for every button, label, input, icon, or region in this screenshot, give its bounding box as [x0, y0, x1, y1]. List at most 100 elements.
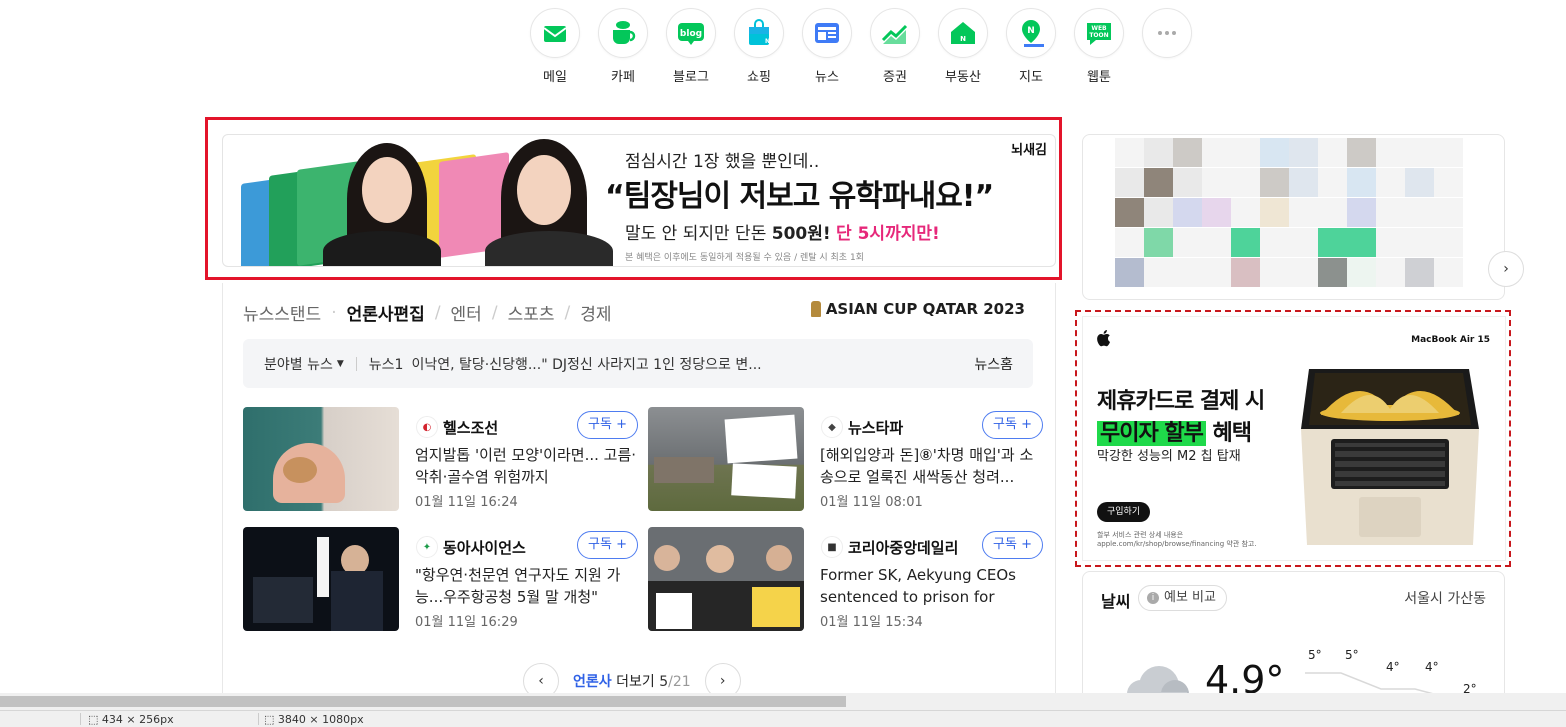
news-card[interactable]: ✦ 동아사이언스 구독 + "항우연·천문연 연구자도 지원 가능...우주항공… [243, 527, 638, 631]
mosaic-tile [1202, 168, 1231, 197]
model-1-body [323, 231, 441, 266]
service-cafe[interactable]: 카페 [598, 8, 648, 85]
mosaic-tile [1434, 228, 1463, 257]
banner-line-3-text: 말도 안 되지만 단돈 [625, 224, 772, 244]
subscribe-button[interactable]: 구독 + [577, 411, 638, 439]
chevron-right-icon: › [719, 673, 726, 689]
selection-size-value: 434 × 256px [101, 713, 174, 726]
service-news[interactable]: 뉴스 [802, 8, 852, 85]
mosaic-tile [1289, 168, 1318, 197]
webtoon-icon[interactable]: WEB TOON [1074, 8, 1124, 58]
mail-icon[interactable]: N [530, 8, 580, 58]
news-thumbnail[interactable] [648, 407, 804, 511]
mosaic-tile [1318, 168, 1347, 197]
mosaic-tile [1231, 138, 1260, 167]
forecast-compare-button[interactable]: i 예보 비교 [1138, 585, 1227, 611]
horizontal-scrollbar[interactable] [0, 693, 1566, 710]
svg-text:TOON: TOON [1089, 32, 1108, 39]
press-name[interactable]: 코리아중앙데일리 [848, 537, 958, 558]
mosaic-tile [1173, 198, 1202, 227]
caption-card [724, 414, 798, 464]
news-icon[interactable] [802, 8, 852, 58]
news-thumbnail[interactable] [648, 527, 804, 631]
selection-size: ⬚ 434 × 256px [88, 713, 174, 726]
next-panel-button[interactable]: › [1488, 251, 1524, 287]
svg-text:WEB: WEB [1091, 25, 1107, 32]
tab-2[interactable]: 엔터 [451, 300, 482, 325]
house-icon[interactable]: N [938, 8, 988, 58]
caret-down-icon[interactable]: ▼ [337, 359, 344, 369]
news-home-link[interactable]: 뉴스홈 [974, 354, 1013, 374]
more-press-link[interactable]: 언론사 더보기 5/21 [573, 671, 691, 691]
service-stock[interactable]: 증권 [870, 8, 920, 85]
more-dots-icon[interactable] [1142, 8, 1192, 58]
banner-ad[interactable]: 점심시간 1장 했을 뿐인데.. “팀장님이 저보고 유학파내요!” 말도 안 … [222, 134, 1056, 267]
mosaic-tile [1434, 258, 1463, 287]
subscribe-button[interactable]: 구독 + [577, 531, 638, 559]
service-more[interactable] [1142, 8, 1192, 85]
ticker-source[interactable]: 뉴스1 [369, 354, 404, 374]
service-blog[interactable]: blog 블로그 [666, 8, 716, 85]
model-2-face [517, 155, 571, 225]
svg-text:N: N [552, 19, 559, 28]
service-label: 부동산 [945, 70, 981, 85]
mosaic-tile [1347, 258, 1376, 287]
mosaic-tile [1318, 198, 1347, 227]
newsstand-tabs: 뉴스스탠드 · 언론사편집 / 엔터 / 스포츠 / 경제 [243, 300, 612, 326]
service-mail[interactable]: N 메일 [530, 8, 580, 85]
tab-0[interactable]: 뉴스스탠드 [243, 300, 321, 325]
banner-deadline: 단 5시까지만! [836, 224, 940, 244]
news-card[interactable]: ■ 코리아중앙데일리 구독 + Former SK, Aekyung CEOs … [648, 527, 1043, 631]
service-realestate[interactable]: N 부동산 [938, 8, 988, 85]
mosaic-tile [1289, 138, 1318, 167]
press-name[interactable]: 동아사이언스 [443, 537, 526, 558]
news-title[interactable]: 엄지발톱 '이런 모양'이라면... 고름·악취·골수염 위험까지 [415, 444, 637, 488]
tab-separator: / [491, 302, 498, 323]
news-card[interactable]: ◆ 뉴스타파 구독 + [해외입양과 돈]⑧'차명 매입'과 소송으로 얼룩진 … [648, 407, 1043, 511]
model-2-body [485, 231, 613, 266]
shopping-bag-icon[interactable]: N [734, 8, 784, 58]
stock-chart-icon[interactable] [870, 8, 920, 58]
protester-face [654, 545, 680, 571]
subscribe-button[interactable]: 구독 + [982, 411, 1043, 439]
ticker-headline[interactable]: 이낙연, 탈당·신당행..." DJ정신 사라지고 1인 정당으로 변... [411, 354, 761, 374]
news-thumbnail[interactable] [243, 407, 399, 511]
mosaic-tile [1260, 228, 1289, 257]
blog-icon[interactable]: blog [666, 8, 716, 58]
press-name[interactable]: 뉴스타파 [848, 417, 903, 438]
trophy-icon [810, 301, 821, 317]
protest-sign [656, 593, 692, 629]
subscribe-button[interactable]: 구독 + [982, 531, 1043, 559]
asian-cup-sponsor[interactable]: ASIAN CUP QATAR 2023 [810, 300, 1025, 318]
cafe-cup-icon[interactable] [598, 8, 648, 58]
tab-separator: / [434, 302, 441, 323]
service-map[interactable]: N 지도 [1006, 8, 1056, 85]
tab-3[interactable]: 스포츠 [508, 300, 555, 325]
map-pin-icon[interactable]: N [1006, 8, 1056, 58]
macbook-subline: 막강한 성능의 M2 칩 탑재 [1097, 449, 1241, 464]
tab-4[interactable]: 경제 [580, 300, 611, 325]
buy-button[interactable]: 구입하기 [1097, 502, 1151, 522]
news-title[interactable]: "항우연·천문연 연구자도 지원 가능...우주항공청 5월 말 개청" [415, 564, 637, 608]
image-size-value: 3840 × 1080px [277, 713, 364, 726]
service-shopping[interactable]: N 쇼핑 [734, 8, 784, 85]
news-card[interactable]: ◐ 헬스조선 구독 + 엄지발톱 '이런 모양'이라면... 고름·악취·골수염… [243, 407, 638, 511]
news-thumbnail[interactable] [243, 527, 399, 631]
press-name[interactable]: 헬스조선 [443, 417, 498, 438]
macbook-ad[interactable]: MacBook Air 15 제휴카드로 결제 시 무이자 할부 혜택 막강한 … [1082, 316, 1506, 561]
more-label: 더보기 [616, 674, 655, 690]
sponsor-label: ASIAN CUP QATAR 2023 [825, 300, 1025, 318]
service-label: 웹툰 [1087, 70, 1111, 85]
news-title[interactable]: [해외입양과 돈]⑧'차명 매입'과 소송으로 얼룩진 새싹동산 청려... [820, 444, 1042, 488]
press-logo-icon: ✦ [416, 536, 438, 558]
field-news-dropdown[interactable]: 분야별 뉴스 [264, 354, 333, 374]
mosaic-tile [1347, 138, 1376, 167]
weather-location[interactable]: 서울시 가산동 [1404, 588, 1486, 608]
mosaic-tile [1173, 138, 1202, 167]
mosaic-tile [1231, 168, 1260, 197]
tab-1[interactable]: 언론사편집 [347, 300, 425, 325]
service-webtoon[interactable]: WEB TOON 웹툰 [1074, 8, 1124, 85]
news-title[interactable]: Former SK, Aekyung CEOs sentenced to pri… [820, 564, 1042, 608]
service-label: 블로그 [673, 70, 709, 85]
scrollbar-thumb[interactable] [0, 696, 846, 707]
